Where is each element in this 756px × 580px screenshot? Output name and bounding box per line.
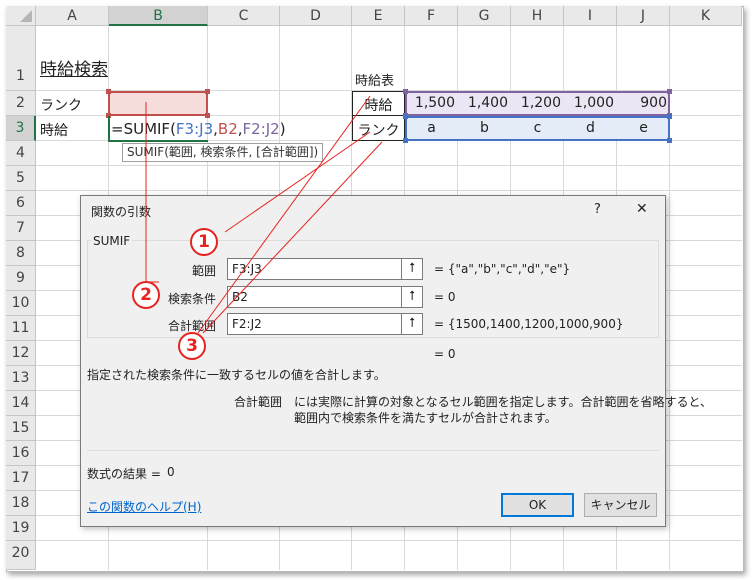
arg-result-criteria: = 0 [434,290,456,304]
range-handle[interactable] [106,89,111,94]
collapse-dialog-icon[interactable]: ⭡ [401,258,423,280]
overall-result: = 0 [434,347,456,361]
range-handle[interactable] [403,138,408,143]
col-header-b[interactable]: B [109,6,208,26]
row-header-6[interactable]: 6 [6,191,36,216]
table-divider [352,115,405,116]
rank-value: d [586,120,595,136]
formula-suffix: ) [279,120,286,138]
wage-value: 900 [640,95,667,111]
wage-value: 1,000 [573,95,614,111]
col-header-k[interactable]: K [670,6,742,26]
collapse-dialog-icon[interactable]: ⭡ [401,286,423,308]
range-handle[interactable] [403,89,408,94]
arg-input-sum-range[interactable]: F2:J2 [227,313,402,335]
row-header-9[interactable]: 9 [6,266,36,291]
row-header-16[interactable]: 16 [6,441,36,466]
row-header-15[interactable]: 15 [6,416,36,441]
function-help-link[interactable]: この関数のヘルプ(H) [87,498,201,515]
arg-result-sum-range: = {1500,1400,1200,1000,900} [434,317,624,331]
arg-help-line2: 範囲内で検索条件を満たすセルが合計されます。 [294,411,557,425]
label-wage: 時給 [40,123,68,139]
table-header-rank: ランク [357,123,400,139]
gridline [36,540,742,541]
range-handle[interactable] [403,114,408,119]
col-header-d[interactable]: D [280,6,352,26]
sheet-title: 時給検索 [40,60,108,80]
range-handle[interactable] [667,138,672,143]
wage-value: 1,400 [467,95,508,111]
table-caption: 時給表 [355,74,395,89]
annotation-marker-1: 1 [190,228,218,256]
row-header-2[interactable]: 2 [6,91,36,116]
function-arguments-dialog: 関数の引数 ? ✕ SUMIF 範囲 F3:J3 ⭡ = {"a","b","c… [80,195,712,527]
formula-arg-criteria: B2 [217,120,238,138]
col-header-h[interactable]: H [511,6,564,26]
collapse-dialog-icon[interactable]: ⭡ [401,313,423,335]
rank-value: b [480,120,489,136]
row-header-8[interactable]: 8 [6,241,36,266]
formula-arg-range: F3:J3 [175,120,214,138]
row-header-7[interactable]: 7 [6,216,36,241]
gridline [36,190,742,191]
function-name: SUMIF [91,234,133,248]
row-header-17[interactable]: 17 [6,466,36,491]
formula-result-value: 0 [167,465,175,479]
formula-prefix: =SUMIF( [111,120,176,138]
row-header-18[interactable]: 18 [6,491,36,516]
rank-value: a [427,120,436,136]
row-header-5[interactable]: 5 [6,166,36,191]
arg-label-sum-range: 合計範囲 [167,319,216,333]
annotation-marker-3: 3 [178,332,206,360]
col-header-g[interactable]: G [458,6,511,26]
select-all-corner[interactable] [6,6,36,26]
gridline [36,165,742,166]
formula-in-cell[interactable]: =SUMIF(F3:J3,B2,F2:J2) [111,120,286,138]
range-handle[interactable] [667,89,672,94]
arg-label-range: 範囲 [191,264,216,278]
range-handle[interactable] [667,114,672,119]
col-header-f[interactable]: F [405,6,458,26]
table-header-wage: 時給 [364,98,393,114]
col-header-e[interactable]: E [352,6,405,26]
cell-b2-rank-input[interactable] [108,91,208,116]
ok-button[interactable]: OK [501,493,574,517]
row-header-1[interactable]: 1 [6,26,36,91]
row-header-3[interactable]: 3 [6,116,36,141]
close-icon[interactable]: ✕ [636,201,648,217]
row-header-19[interactable]: 19 [6,516,36,541]
wage-value: 1,200 [520,95,561,111]
formula-arg-sum-range: F2:J2 [242,120,280,138]
row-header-14[interactable]: 14 [6,391,36,416]
cancel-button[interactable]: キャンセル [584,493,657,517]
row-header-4[interactable]: 4 [6,141,36,166]
col-header-i[interactable]: I [564,6,617,26]
label-rank: ランク [40,98,82,114]
row-header-10[interactable]: 10 [6,291,36,316]
rank-value: e [639,120,648,136]
dialog-title: 関数の引数 [91,205,152,219]
arg-result-range: = {"a","b","c","d","e"} [434,262,571,276]
rank-value: c [533,120,542,136]
col-header-a[interactable]: A [36,6,109,26]
help-icon[interactable]: ? [594,202,601,217]
row-header-11[interactable]: 11 [6,316,36,341]
function-tooltip: SUMIF(範囲, 検索条件, [合計範囲]) [122,143,324,162]
arg-help-label: 合計範囲 [234,395,283,409]
arg-input-criteria[interactable]: B2 [227,286,402,308]
annotation-marker-2: 2 [132,281,160,309]
range-handle[interactable] [205,89,210,94]
row-header-20[interactable]: 20 [6,541,36,570]
wage-value: 1,500 [414,95,455,111]
divider [87,450,659,451]
function-description: 指定された検索条件に一致するセルの値を合計します。 [87,368,386,382]
row-header-12[interactable]: 12 [6,341,36,366]
col-header-c[interactable]: C [208,6,280,26]
col-header-j[interactable]: J [617,6,670,26]
arg-input-range[interactable]: F3:J3 [227,258,402,280]
formula-result-label: 数式の結果 = [87,467,161,481]
arg-help-line1: には実際に計算の対象となるセル範囲を指定します。合計範囲を省略すると、 [294,395,712,409]
row-header-13[interactable]: 13 [6,366,36,391]
